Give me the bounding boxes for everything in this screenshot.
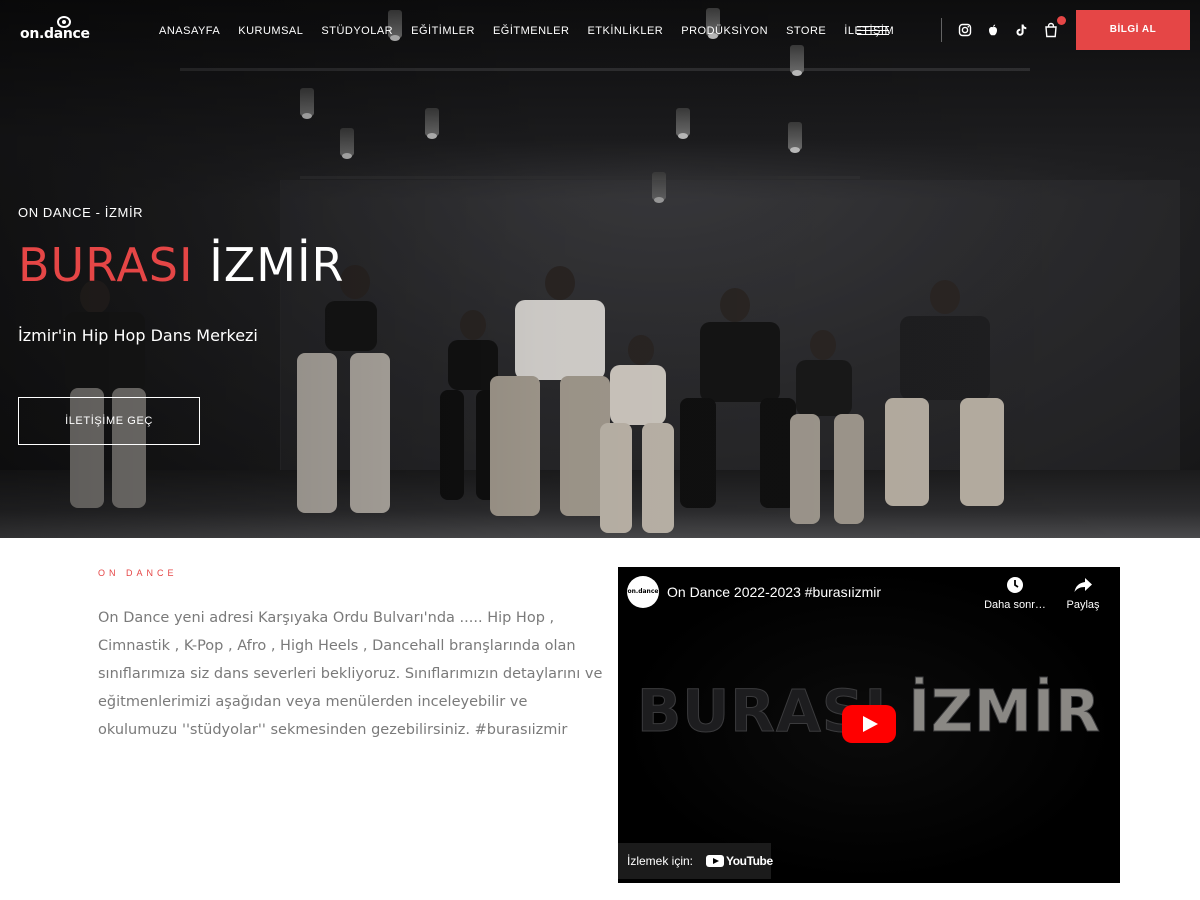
watch-later-label: Daha sonr… (984, 599, 1046, 611)
logo-text: on.dance (20, 26, 90, 42)
menu-item-studyolar[interactable]: STÜDYOLAR (312, 22, 402, 40)
menu-item-kurumsal[interactable]: KURUMSAL (229, 22, 312, 40)
menu-item-produksiyon[interactable]: PRODÜKSİYON (672, 22, 777, 40)
share-icon (1073, 575, 1093, 595)
about-paragraph: On Dance yeni adresi Karşıyaka Ordu Bulv… (98, 610, 603, 738)
watch-on-label: İzlemek için: (627, 854, 694, 868)
top-navigation: on.dance ANASAYFA KURUMSAL STÜDYOLAR EĞİ… (0, 0, 1200, 62)
tiktok-icon[interactable] (1014, 22, 1030, 38)
youtube-logo-text: YouTube (726, 854, 773, 868)
menu-item-egitmenler[interactable]: EĞİTMENLER (484, 22, 579, 40)
contact-button[interactable]: İLETİŞİME GEÇ (18, 397, 200, 445)
info-request-button[interactable]: BİLGİ AL (1076, 10, 1190, 50)
play-icon[interactable] (842, 705, 896, 743)
site-logo[interactable]: on.dance (20, 16, 110, 44)
share-button[interactable]: Paylaş (1048, 575, 1118, 611)
video-title[interactable]: On Dance 2022-2023 #burasıizmir (667, 584, 881, 600)
menu-item-egitimler[interactable]: EĞİTİMLER (402, 22, 484, 40)
cart-icon[interactable] (1044, 22, 1060, 38)
share-label: Paylaş (1066, 599, 1100, 611)
hero-kicker: ON DANCE - İZMİR (18, 205, 144, 220)
video-overlay-word: İZMİR (908, 677, 1101, 746)
menu-item-etkinlikler[interactable]: ETKİNLİKLER (578, 22, 672, 40)
clock-icon (1005, 575, 1025, 595)
youtube-logo-icon: YouTube (706, 853, 773, 869)
apple-icon[interactable] (986, 22, 1002, 38)
menu-item-store[interactable]: STORE (777, 22, 835, 40)
menu-item-anasayfa[interactable]: ANASAYFA (150, 22, 229, 40)
youtube-video-embed[interactable]: BURASI İZMİR on.dance On Dance 2022-2023… (618, 567, 1120, 883)
watch-later-button[interactable]: Daha sonr… (980, 575, 1050, 611)
nav-divider (941, 18, 942, 42)
section-kicker: ON DANCE (98, 568, 178, 578)
main-menu: ANASAYFA KURUMSAL STÜDYOLAR EĞİTİMLER EĞ… (150, 22, 903, 40)
hero-title: BURASI İZMİR (18, 238, 344, 292)
hero-title-accent: BURASI (18, 238, 194, 292)
hero-subtitle: İzmir'in Hip Hop Dans Merkezi (18, 326, 258, 345)
menu-icon[interactable] (857, 26, 889, 36)
hero-title-main: İZMİR (209, 238, 345, 292)
channel-avatar[interactable]: on.dance (627, 576, 659, 608)
cart-count-badge (1057, 16, 1066, 25)
watch-on-youtube[interactable]: İzlemek için: YouTube (618, 843, 773, 879)
instagram-icon[interactable] (958, 22, 974, 38)
